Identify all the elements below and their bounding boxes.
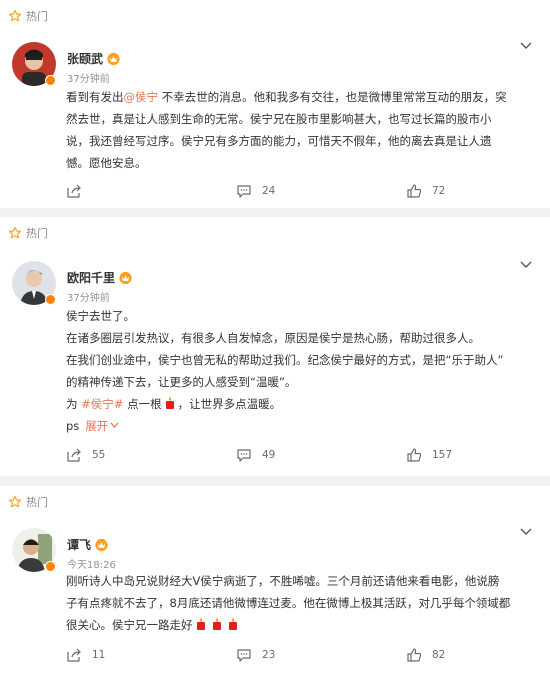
post-time: 37分钟前 [67, 293, 110, 304]
chevron-down-icon[interactable] [520, 42, 532, 50]
comment-button[interactable]: 23 [236, 647, 406, 663]
content-line: 说，我还曾经写过序。侯宁兄有多方面的能力，可惜天不假年，他的离去真是让人遗 [66, 134, 492, 148]
comment-icon [237, 185, 251, 198]
comment-icon [237, 449, 251, 462]
share-button[interactable]: 11 [66, 647, 236, 663]
hot-tag: 热门 [8, 225, 48, 241]
post-content: 刚听诗人中岛兄说财经大V侯宁病逝了，不胜唏嘘。三个月前还请他来看电影，他说膀 子… [66, 570, 536, 636]
verified-badge-icon [45, 75, 56, 86]
like-count: 157 [432, 449, 453, 461]
candle-emoji-icon [228, 618, 237, 630]
author-row: 欧阳千里 [67, 269, 133, 286]
chevron-down-icon[interactable] [520, 261, 532, 269]
content-line: 在我们创业途中，侯宁也曾无私的帮助过我们。纪念侯宁最好的方式，是把“乐于助人” [66, 353, 504, 367]
post-content: 侯宁去世了。 在诸多圈层引发热议，有很多人自发悼念，原因是侯宁是热心肠，帮助过很… [66, 305, 536, 437]
mention-link[interactable]: @侯宁 [124, 90, 159, 104]
vip-crown-icon [107, 52, 120, 65]
comment-count: 49 [262, 449, 276, 461]
content-line: 侯宁去世了。 [66, 309, 135, 323]
candle-emoji-icon [165, 397, 174, 409]
author-name[interactable]: 张颐武 [67, 50, 103, 67]
thumbs-up-icon [407, 184, 422, 198]
author-name[interactable]: 欧阳千里 [67, 269, 115, 286]
star-icon [8, 9, 22, 22]
content-line: 看到有发出@侯宁 不幸去世的消息。他和我多有交往，也是微博里常常互动的朋友，突 [66, 90, 507, 104]
action-bar: 24 72 [66, 181, 506, 201]
comment-button[interactable]: 49 [236, 447, 406, 463]
weibo-feed: 热门 张颐武 37分钟前 看到有发出@侯宁 不幸去世的消息。他和我多有交往，也是… [0, 0, 550, 675]
share-icon [67, 648, 81, 662]
like-count: 82 [432, 649, 446, 661]
post-time: 今天18:26 [67, 560, 116, 571]
verified-badge-icon [45, 561, 56, 572]
hot-tag: 热门 [8, 8, 48, 24]
content-line: 刚听诗人中岛兄说财经大V侯宁病逝了，不胜唏嘘。三个月前还请他来看电影，他说膀 [66, 574, 500, 588]
star-icon [8, 226, 22, 239]
post-time: 37分钟前 [67, 74, 110, 85]
hot-label: 热门 [26, 227, 48, 240]
share-icon [67, 448, 81, 462]
comment-count: 24 [262, 185, 276, 197]
like-button[interactable]: 72 [406, 183, 445, 199]
content-line: 子有点疼就不去了，8月底还请他微博连过麦。他在微博上极其活跃，对几乎每个领域都 [66, 596, 511, 610]
star-icon [8, 495, 22, 508]
thumbs-up-icon [407, 448, 422, 462]
post-card: 热门 欧阳千里 37分钟前 侯宁去世了。 在诸多圈层引发热议，有很多人自发悼念，… [0, 217, 550, 476]
content-line: 很关心。侯宁兄一路走好 [66, 614, 536, 636]
hot-tag: 热门 [8, 494, 48, 510]
hot-label: 热门 [26, 496, 48, 509]
post-card: 热门 张颐武 37分钟前 看到有发出@侯宁 不幸去世的消息。他和我多有交往，也是… [0, 0, 550, 208]
vip-crown-icon [119, 271, 132, 284]
verified-badge-icon [45, 294, 56, 305]
thumbs-up-icon [407, 648, 422, 662]
author-row: 张颐武 [67, 50, 121, 67]
content-line: 然去世，真是让人感到生命的无常。侯宁兄在股市里影响甚大，也写过长篇的股市小 [66, 112, 492, 126]
comment-count: 23 [262, 649, 276, 661]
content-line: 为 #侯宁# 点一根 ，让世界多点温暖。 [66, 397, 282, 411]
like-count: 72 [432, 185, 446, 197]
vip-crown-icon [95, 538, 108, 551]
hot-label: 热门 [26, 10, 48, 23]
content-line: 的精神传递下去，让更多的人感受到“温暖”。 [66, 375, 297, 389]
share-button[interactable]: 55 [66, 447, 236, 463]
candle-emoji-icon [196, 618, 205, 630]
content-line: 憾。愿他安息。 [66, 156, 147, 170]
action-bar: 55 49 157 [66, 445, 506, 465]
content-line: 在诸多圈层引发热议，有很多人自发悼念，原因是侯宁是热心肠，帮助过很多人。 [66, 331, 480, 345]
candle-emoji-icon [212, 618, 221, 630]
like-button[interactable]: 82 [406, 647, 445, 663]
like-button[interactable]: 157 [406, 447, 452, 463]
author-row: 谭飞 [67, 536, 109, 553]
comment-icon [237, 649, 251, 662]
content-line: ps 展开 [66, 415, 536, 437]
share-count: 11 [92, 649, 106, 661]
comment-button[interactable]: 24 [236, 183, 406, 199]
expand-link[interactable]: 展开 [85, 419, 119, 433]
share-button[interactable] [66, 183, 236, 199]
topic-link[interactable]: #侯宁# [81, 397, 123, 411]
share-icon [67, 184, 81, 198]
chevron-down-icon [110, 422, 119, 428]
chevron-down-icon[interactable] [520, 528, 532, 536]
action-bar: 11 23 82 [66, 645, 506, 665]
share-count: 55 [92, 449, 106, 461]
post-card: 热门 谭飞 今天18:26 刚听诗人中岛兄说财经大V侯宁病逝了，不胜唏嘘。三个月… [0, 486, 550, 675]
author-name[interactable]: 谭飞 [67, 536, 91, 553]
post-content: 看到有发出@侯宁 不幸去世的消息。他和我多有交往，也是微博里常常互动的朋友，突 … [66, 86, 536, 174]
